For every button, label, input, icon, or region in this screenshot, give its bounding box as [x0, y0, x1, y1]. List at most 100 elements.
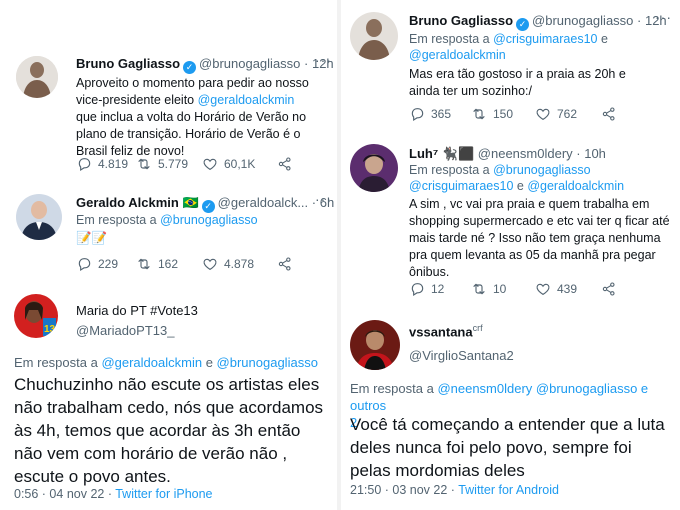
right-tweet-3: vssantanacrf @VirglioSantana2 Em respost…: [341, 310, 680, 510]
reply-to-link[interactable]: @geraldoalckmin: [527, 179, 624, 193]
more-options-icon[interactable]: ···: [315, 52, 332, 68]
reply-to-link[interactable]: @crisguimaraes10: [409, 179, 513, 193]
heart-icon: [202, 156, 218, 172]
author-name-superscript: crf: [472, 323, 483, 333]
retweet-count: 150: [493, 107, 514, 121]
right-tweet-1: Bruno Gagliasso ✓ @brunogagliasso · 12h ··…: [341, 0, 680, 135]
reply-prefix: Em resposta a: [14, 355, 102, 370]
left-tweet-2: Geraldo Alckmin 🇧🇷 ✓ @geraldoalck... · 6h …: [0, 190, 337, 290]
tweet-text: A sim , vc vai pra praia e quem trabalha…: [409, 197, 670, 279]
share-icon: [601, 281, 617, 297]
like-button[interactable]: 60,1K: [202, 156, 277, 172]
reply-to-link[interactable]: @brunogagliasso: [493, 163, 590, 177]
reply-button[interactable]: 229: [76, 256, 136, 272]
reply-button[interactable]: 4.819: [76, 156, 136, 172]
reply-button[interactable]: 365: [409, 106, 471, 122]
author-name[interactable]: Luh⁷ 🐈‍⬛⬛: [409, 146, 474, 161]
reply-count: 4.819: [98, 157, 129, 171]
retweet-button[interactable]: 150: [471, 106, 535, 122]
like-count: 762: [557, 107, 578, 121]
reply-to-link[interactable]: @brunogagliasso: [160, 213, 257, 227]
tweet-client[interactable]: Twitter for iPhone: [115, 487, 212, 501]
retweet-icon: [136, 256, 152, 272]
avatar[interactable]: [350, 12, 398, 60]
svg-text:13: 13: [44, 324, 56, 335]
retweet-button[interactable]: 162: [136, 256, 202, 272]
share-icon: [277, 156, 293, 172]
share-icon: [601, 106, 617, 122]
right-tweet-2: Luh⁷ 🐈‍⬛⬛ @neensm0ldery · 10h Em respost…: [341, 135, 680, 310]
share-button[interactable]: [277, 256, 293, 272]
avatar[interactable]: 13: [14, 294, 58, 338]
tweet-timestamp[interactable]: 0:56 · 04 nov 22 ·: [14, 487, 115, 501]
share-button[interactable]: [277, 156, 293, 172]
reply-connector: e: [513, 179, 528, 193]
author-handle[interactable]: @brunogagliasso: [199, 56, 300, 71]
reply-prefix: Em resposta a: [409, 32, 494, 46]
share-button[interactable]: [601, 281, 617, 297]
mention-link[interactable]: @geraldoalckmin: [198, 93, 295, 107]
tweet-text: Mas era tão gostoso ir a praia as 20h e …: [409, 67, 626, 98]
tweet-text-part: que inclua a volta do Horário de Verão n…: [76, 110, 307, 158]
reply-to-link[interactable]: @geraldoalckmin: [101, 355, 202, 370]
share-button[interactable]: [601, 106, 617, 122]
tweet-text: 📝📝: [76, 231, 108, 245]
retweet-button[interactable]: 5.779: [136, 156, 202, 172]
heart-icon: [535, 281, 551, 297]
left-tweet-3: 13 Maria do PT #Vote13 @MariadoPT13_ Em …: [0, 290, 337, 510]
reply-prefix: Em resposta a: [350, 381, 438, 396]
tweet-client[interactable]: Twitter for Android: [458, 483, 559, 497]
author-handle[interactable]: @MariadoPT13_: [76, 323, 174, 338]
reply-icon: [409, 281, 425, 297]
more-options-icon[interactable]: ···: [655, 9, 672, 25]
author-name[interactable]: vssantana: [409, 324, 473, 339]
avatar[interactable]: [350, 144, 398, 192]
author-name[interactable]: Geraldo Alckmin: [76, 195, 179, 210]
tweet-timestamp[interactable]: 21:50 · 03 nov 22 ·: [350, 483, 458, 497]
reply-connector: e: [202, 355, 217, 370]
author-name[interactable]: Bruno Gagliasso: [409, 13, 513, 28]
like-count: 4.878: [224, 257, 255, 271]
like-button[interactable]: 762: [535, 106, 601, 122]
like-count: 60,1K: [224, 157, 256, 171]
reply-icon: [76, 156, 92, 172]
reply-connector: e: [597, 32, 608, 46]
retweet-count: 162: [158, 257, 179, 271]
avatar[interactable]: [16, 56, 58, 98]
retweet-icon: [136, 156, 152, 172]
reply-to-link[interactable]: @brunogagliasso: [536, 381, 637, 396]
tweet-text: Aproveito o momento para pedir ao nosso …: [76, 75, 316, 160]
avatar[interactable]: [16, 194, 62, 240]
retweet-icon: [471, 106, 487, 122]
reply-to-link[interactable]: @neensm0ldery: [437, 381, 532, 396]
author-handle[interactable]: @neensm0ldery: [478, 146, 573, 161]
tweet-time[interactable]: 10h: [584, 146, 606, 161]
author-name[interactable]: Maria do PT #Vote13: [76, 303, 198, 318]
avatar[interactable]: [350, 320, 400, 370]
reply-to-link[interactable]: @brunogagliasso: [217, 355, 318, 370]
verified-badge-icon: ✓: [201, 200, 215, 213]
reply-count: 365: [431, 107, 452, 121]
reply-prefix: Em resposta a: [409, 163, 494, 177]
tweet-text: Você tá começando a entender que a luta …: [350, 415, 665, 480]
reply-icon: [409, 106, 425, 122]
reply-prefix: Em resposta a: [76, 213, 161, 227]
author-name[interactable]: Bruno Gagliasso: [76, 56, 180, 71]
author-handle[interactable]: @VirglioSantana2: [409, 348, 514, 363]
author-handle[interactable]: @brunogagliasso: [532, 13, 633, 28]
retweet-button[interactable]: 10: [471, 281, 535, 297]
like-button[interactable]: 4.878: [202, 256, 277, 272]
heart-icon: [202, 256, 218, 272]
brazil-flag-icon: 🇧🇷: [182, 195, 199, 210]
reply-to-link[interactable]: @crisguimaraes10: [493, 32, 597, 46]
like-count: 439: [557, 282, 578, 296]
retweet-count: 10: [493, 282, 507, 296]
reply-button[interactable]: 12: [409, 281, 471, 297]
reply-to-link[interactable]: @geraldoalckmin: [409, 48, 506, 62]
share-icon: [277, 256, 293, 272]
author-handle[interactable]: @geraldoalck...: [218, 195, 309, 210]
reply-icon: [76, 256, 92, 272]
more-options-icon[interactable]: ···: [315, 191, 332, 207]
reply-count: 229: [98, 257, 119, 271]
like-button[interactable]: 439: [535, 281, 601, 297]
